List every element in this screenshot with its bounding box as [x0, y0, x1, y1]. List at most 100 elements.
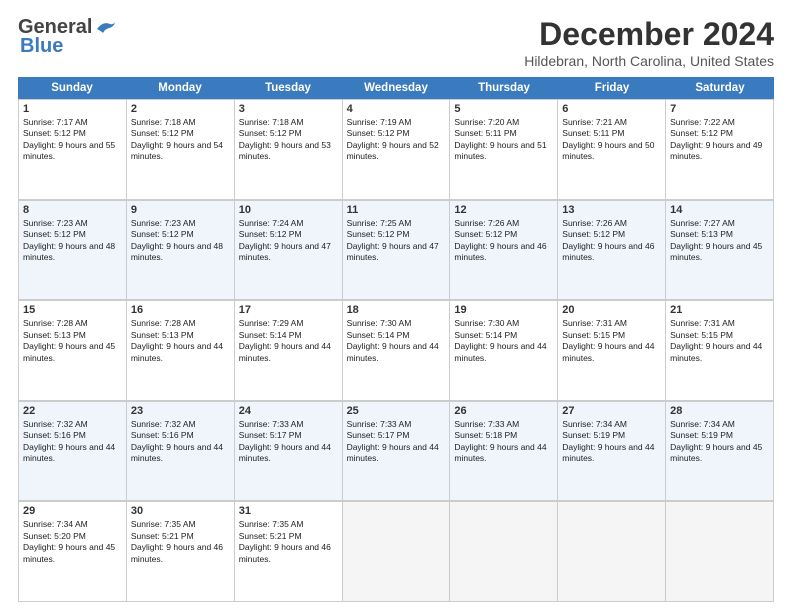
day-number: 12 [454, 204, 553, 216]
day-cell-23: 23 Sunrise: 7:32 AMSunset: 5:16 PMDayligh… [127, 402, 235, 502]
cell-info: Sunrise: 7:30 AMSunset: 5:14 PMDaylight:… [347, 318, 446, 364]
cell-info: Sunrise: 7:25 AMSunset: 5:12 PMDaylight:… [347, 218, 446, 264]
day-cell-13: 13Sunrise: 7:26 AMSunset: 5:12 PMDayligh… [558, 201, 666, 301]
day-number: 31 [239, 505, 338, 517]
day-cell-31: 31 Sunrise: 7:35 AMSunset: 5:21 PMDayligh… [235, 502, 343, 602]
day-number: 29 [23, 505, 122, 517]
day-number: 21 [670, 304, 769, 316]
day-number: 4 [347, 103, 446, 115]
day-number: 3 [239, 103, 338, 115]
calendar-row-3: 15 Sunrise: 7:28 AMSunset: 5:13 PMDayligh… [18, 300, 774, 401]
day-cell-12: 12 Sunrise: 7:26 AMSunset: 5:12 PMDayligh… [450, 201, 558, 301]
cell-info: Sunrise: 7:28 AMSunset: 5:13 PMDaylight:… [131, 318, 230, 364]
day-cell-5: 5 Sunrise: 7:20 AMSunset: 5:11 PMDaylight… [450, 100, 558, 200]
day-cell-8: 8 Sunrise: 7:23 AMSunset: 5:12 PMDaylight… [19, 201, 127, 301]
day-number: 7 [670, 103, 769, 115]
day-cell-11: 11 Sunrise: 7:25 AMSunset: 5:12 PMDayligh… [343, 201, 451, 301]
cell-info: Sunrise: 7:21 AMSunset: 5:11 PMDaylight:… [562, 117, 661, 163]
day-cell-24: 24Sunrise: 7:33 AMSunset: 5:17 PMDayligh… [235, 402, 343, 502]
day-cell-19: 19 Sunrise: 7:30 AMSunset: 5:14 PMDayligh… [450, 301, 558, 401]
day-cell-30: 30 Sunrise: 7:35 AMSunset: 5:21 PMDayligh… [127, 502, 235, 602]
day-number: 15 [23, 304, 122, 316]
day-number: 27 [562, 405, 661, 417]
calendar-body: 1Sunrise: 7:17 AMSunset: 5:12 PMDaylight… [18, 99, 774, 602]
cell-info: Sunrise: 7:20 AMSunset: 5:11 PMDaylight:… [454, 117, 553, 163]
cell-info: Sunrise: 7:30 AMSunset: 5:14 PMDaylight:… [454, 318, 553, 364]
header-day-saturday: Saturday [666, 77, 774, 99]
cell-info: Sunrise: 7:18 AMSunset: 5:12 PMDaylight:… [239, 117, 338, 163]
day-cell-28: 28Sunrise: 7:34 AMSunset: 5:19 PMDayligh… [666, 402, 774, 502]
cell-info: Sunrise: 7:27 AMSunset: 5:13 PMDaylight:… [670, 218, 769, 264]
cell-info: Sunrise: 7:32 AMSunset: 5:16 PMDaylight:… [131, 419, 230, 465]
cell-info: Sunrise: 7:33 AMSunset: 5:18 PMDaylight:… [454, 419, 553, 465]
day-cell-6: 6 Sunrise: 7:21 AMSunset: 5:11 PMDaylight… [558, 100, 666, 200]
header-day-friday: Friday [558, 77, 666, 99]
cell-info: Sunrise: 7:26 AMSunset: 5:12 PMDaylight:… [562, 218, 661, 264]
day-number: 9 [131, 204, 230, 216]
header-day-sunday: Sunday [18, 77, 126, 99]
empty-cell [558, 502, 666, 602]
day-number: 25 [347, 405, 446, 417]
cell-info: Sunrise: 7:31 AMSunset: 5:15 PMDaylight:… [670, 318, 769, 364]
day-number: 11 [347, 204, 446, 216]
cell-info: Sunrise: 7:31 AMSunset: 5:15 PMDaylight:… [562, 318, 661, 364]
day-cell-26: 26 Sunrise: 7:33 AMSunset: 5:18 PMDayligh… [450, 402, 558, 502]
calendar-row-1: 1Sunrise: 7:17 AMSunset: 5:12 PMDaylight… [18, 99, 774, 200]
day-number: 6 [562, 103, 661, 115]
header: General Blue December 2024 Hildebran, No… [18, 16, 774, 69]
day-cell-17: 17 Sunrise: 7:29 AMSunset: 5:14 PMDayligh… [235, 301, 343, 401]
calendar-row-5: 29 Sunrise: 7:34 AMSunset: 5:20 PMDayligh… [18, 501, 774, 602]
month-title: December 2024 [524, 16, 774, 53]
cell-info: Sunrise: 7:26 AMSunset: 5:12 PMDaylight:… [454, 218, 553, 264]
header-day-wednesday: Wednesday [342, 77, 450, 99]
day-number: 26 [454, 405, 553, 417]
cell-info: Sunrise: 7:22 AMSunset: 5:12 PMDaylight:… [670, 117, 769, 163]
day-number: 16 [131, 304, 230, 316]
day-number: 5 [454, 103, 553, 115]
day-cell-1: 1Sunrise: 7:17 AMSunset: 5:12 PMDaylight… [19, 100, 127, 200]
cell-info: Sunrise: 7:24 AMSunset: 5:12 PMDaylight:… [239, 218, 338, 264]
day-cell-7: 7 Sunrise: 7:22 AMSunset: 5:12 PMDaylight… [666, 100, 774, 200]
empty-cell [450, 502, 558, 602]
day-number: 8 [23, 204, 122, 216]
logo-blue: Blue [20, 35, 63, 58]
day-number: 2 [131, 103, 230, 115]
day-cell-18: 18Sunrise: 7:30 AMSunset: 5:14 PMDayligh… [343, 301, 451, 401]
day-cell-20: 20Sunrise: 7:31 AMSunset: 5:15 PMDayligh… [558, 301, 666, 401]
day-number: 23 [131, 405, 230, 417]
day-cell-25: 25 Sunrise: 7:33 AMSunset: 5:17 PMDayligh… [343, 402, 451, 502]
page: General Blue December 2024 Hildebran, No… [0, 0, 792, 612]
day-cell-29: 29 Sunrise: 7:34 AMSunset: 5:20 PMDayligh… [19, 502, 127, 602]
logo: General Blue [18, 16, 117, 58]
day-number: 1 [23, 103, 122, 115]
day-cell-22: 22Sunrise: 7:32 AMSunset: 5:16 PMDayligh… [19, 402, 127, 502]
cell-info: Sunrise: 7:28 AMSunset: 5:13 PMDaylight:… [23, 318, 122, 364]
header-day-monday: Monday [126, 77, 234, 99]
cell-info: Sunrise: 7:34 AMSunset: 5:20 PMDaylight:… [23, 519, 122, 565]
day-number: 14 [670, 204, 769, 216]
cell-info: Sunrise: 7:29 AMSunset: 5:14 PMDaylight:… [239, 318, 338, 364]
empty-cell [343, 502, 451, 602]
empty-cell [666, 502, 774, 602]
cell-info: Sunrise: 7:19 AMSunset: 5:12 PMDaylight:… [347, 117, 446, 163]
day-cell-10: 10Sunrise: 7:24 AMSunset: 5:12 PMDayligh… [235, 201, 343, 301]
day-cell-21: 21 Sunrise: 7:31 AMSunset: 5:15 PMDayligh… [666, 301, 774, 401]
cell-info: Sunrise: 7:18 AMSunset: 5:12 PMDaylight:… [131, 117, 230, 163]
day-number: 28 [670, 405, 769, 417]
header-day-thursday: Thursday [450, 77, 558, 99]
day-number: 19 [454, 304, 553, 316]
cell-info: Sunrise: 7:35 AMSunset: 5:21 PMDaylight:… [131, 519, 230, 565]
day-cell-4: 4 Sunrise: 7:19 AMSunset: 5:12 PMDaylight… [343, 100, 451, 200]
day-number: 17 [239, 304, 338, 316]
location: Hildebran, North Carolina, United States [524, 53, 774, 69]
logo-bird-icon [95, 19, 117, 37]
day-number: 30 [131, 505, 230, 517]
cell-info: Sunrise: 7:33 AMSunset: 5:17 PMDaylight:… [239, 419, 338, 465]
cell-info: Sunrise: 7:23 AMSunset: 5:12 PMDaylight:… [23, 218, 122, 264]
day-cell-9: 9Sunrise: 7:23 AMSunset: 5:12 PMDaylight… [127, 201, 235, 301]
cell-info: Sunrise: 7:33 AMSunset: 5:17 PMDaylight:… [347, 419, 446, 465]
header-day-tuesday: Tuesday [234, 77, 342, 99]
day-cell-27: 27Sunrise: 7:34 AMSunset: 5:19 PMDayligh… [558, 402, 666, 502]
cell-info: Sunrise: 7:35 AMSunset: 5:21 PMDaylight:… [239, 519, 338, 565]
day-number: 22 [23, 405, 122, 417]
